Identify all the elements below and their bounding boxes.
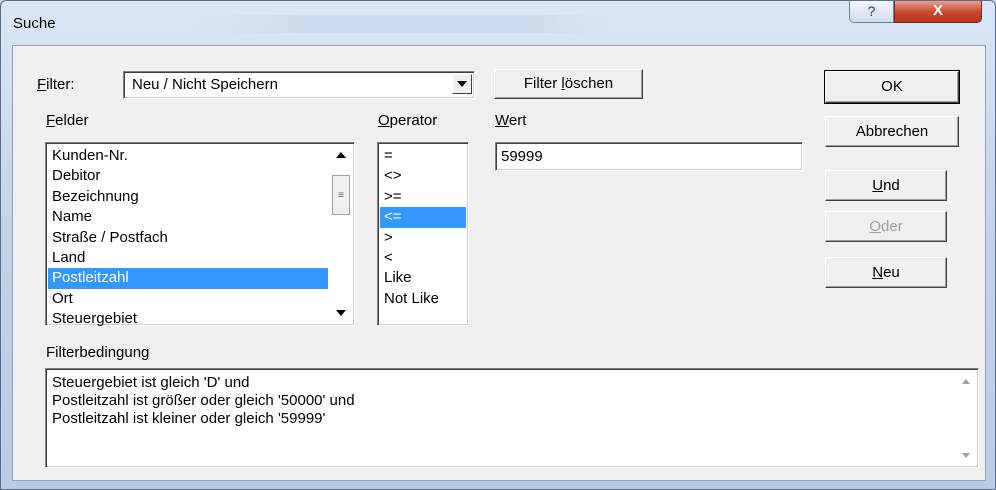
search-dialog: Suche ? X Filter: Neu / Nicht Speichern … [0, 0, 996, 490]
condition-text: Steuergebiet ist gleich 'D' und Postleitz… [52, 374, 355, 428]
operator-list-item[interactable]: < [380, 248, 466, 268]
new-button[interactable]: Neu [825, 257, 947, 288]
scroll-up-icon[interactable] [330, 145, 352, 165]
ok-button[interactable]: OK [824, 70, 960, 104]
condition-textarea[interactable]: Steuergebiet ist gleich 'D' und Postleitz… [45, 368, 979, 468]
operator-list-item[interactable]: Not Like [380, 289, 466, 309]
and-button[interactable]: Und [825, 170, 947, 201]
field-list-item[interactable]: Kunden-Nr. [48, 146, 328, 166]
scroll-down-icon[interactable] [330, 303, 352, 323]
operator-list: = <> >= <= > < Like Not Like [380, 146, 466, 309]
value-input-text: 59999 [501, 148, 543, 165]
field-list-item[interactable]: Name [48, 207, 328, 227]
value-label: Wert [495, 112, 527, 129]
filter-label: Filter: [37, 76, 75, 93]
or-button[interactable]: Oder [825, 211, 947, 242]
condition-line: Postleitzahl ist kleiner oder gleich '59… [52, 410, 326, 427]
condition-line: Postleitzahl ist größer oder gleich '500… [52, 392, 355, 409]
fields-listbox[interactable]: Kunden-Nr. Debitor Bezeichnung Name Straße /… [45, 142, 355, 327]
title-bar[interactable]: Suche ? X [1, 1, 995, 45]
field-list-item[interactable]: Ort [48, 289, 328, 309]
operator-list-item[interactable]: > [380, 228, 466, 248]
help-button[interactable]: ? [849, 1, 894, 23]
field-list-item[interactable]: Bezeichnung [48, 187, 328, 207]
field-list-item[interactable]: Debitor [48, 166, 328, 186]
operator-list-item[interactable]: Like [380, 268, 466, 288]
dropdown-arrow-icon[interactable] [452, 74, 472, 94]
clear-filter-button[interactable]: Filter löschen [494, 69, 643, 99]
filter-combobox[interactable]: Neu / Nicht Speichern [123, 71, 475, 99]
close-button[interactable]: X [894, 1, 982, 23]
condition-scrollbar[interactable] [956, 371, 976, 465]
field-list-item[interactable]: Postleitzahl [48, 268, 328, 289]
field-list-item[interactable]: Steuergebiet [48, 309, 328, 329]
operator-list-item[interactable]: <= [380, 207, 466, 228]
fields-list: Kunden-Nr. Debitor Bezeichnung Name Straße /… [48, 146, 328, 330]
filter-combobox-value: Neu / Nicht Speichern [132, 76, 278, 93]
scroll-down-icon[interactable] [956, 445, 976, 465]
value-input[interactable]: 59999 [495, 142, 803, 171]
fields-label: Felder [46, 112, 89, 129]
operator-list-item[interactable]: >= [380, 187, 466, 207]
operator-list-item[interactable]: = [380, 146, 466, 166]
scroll-thumb[interactable]: ≡ [332, 175, 350, 215]
operator-label: Operator [378, 112, 438, 129]
condition-label: Filterbedingung [46, 344, 150, 361]
condition-line: Steuergebiet ist gleich 'D' und [52, 374, 250, 391]
operator-listbox[interactable]: = <> >= <= > < Like Not Like [377, 142, 469, 326]
field-list-item[interactable]: Straße / Postfach [48, 228, 328, 248]
title-bar-background-blur [191, 15, 611, 33]
fields-scrollbar[interactable]: ≡ [330, 145, 352, 323]
dialog-client-area: Filter: Neu / Nicht Speichern Filter lös… [12, 45, 986, 481]
window-title: Suche [13, 15, 56, 32]
operator-list-item[interactable]: <> [380, 166, 466, 186]
field-list-item[interactable]: Land [48, 248, 328, 268]
cancel-button[interactable]: Abbrechen [825, 116, 959, 147]
scroll-up-icon[interactable] [956, 371, 976, 391]
